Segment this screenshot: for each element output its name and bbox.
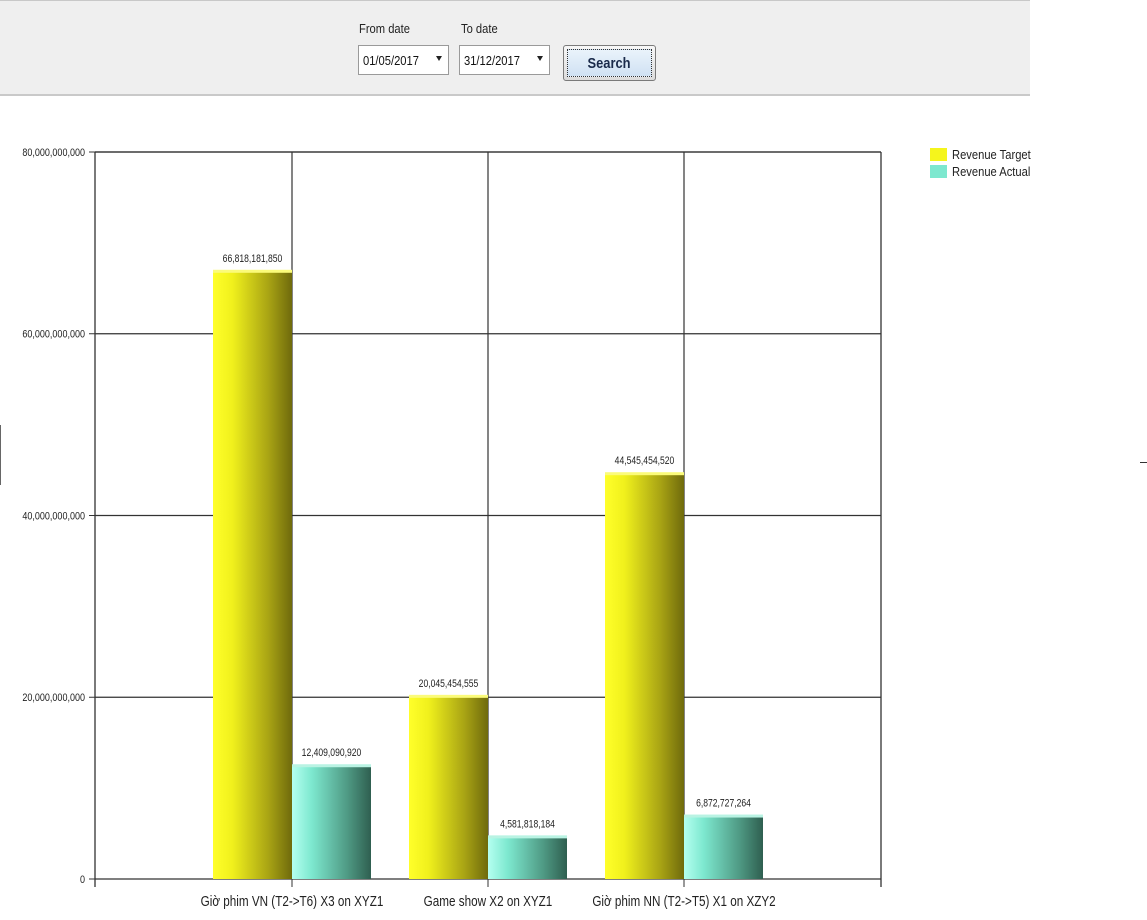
data-label: 4,581,818,184 — [500, 818, 555, 830]
filter-toolbar: From date 01/05/2017 To date 31/12/2017 … — [0, 0, 1030, 96]
bar-actual — [684, 816, 763, 879]
x-tick-label: Game show X2 on XYZ1 — [424, 893, 553, 910]
from-date-value: 01/05/2017 — [363, 52, 419, 68]
y-tick-label: 0 — [80, 874, 85, 886]
bar-cap — [684, 814, 763, 818]
bar-target — [409, 696, 488, 879]
revenue-bar-chart: 0 20,000,000,000 40,000,000,000 60,000,000,… — [22, 147, 882, 910]
legend-item-target: Revenue Target — [930, 146, 1044, 163]
to-date-select[interactable]: 31/12/2017 — [459, 45, 550, 75]
search-button-label: Search — [587, 54, 632, 72]
legend-swatch-actual — [930, 165, 947, 178]
y-tick-label: 40,000,000,000 — [22, 511, 85, 523]
data-label: 6,872,727,264 — [696, 798, 751, 810]
search-button-face: Search — [567, 49, 652, 77]
from-date-select[interactable]: 01/05/2017 — [358, 45, 449, 75]
to-date-label: To date — [461, 21, 498, 36]
bar-cap — [213, 269, 292, 273]
from-date-label: From date — [359, 21, 410, 36]
legend-swatch-target — [930, 148, 947, 161]
chevron-down-icon — [436, 56, 442, 61]
data-label: 12,409,090,920 — [302, 747, 362, 759]
legend-item-actual: Revenue Actual — [930, 163, 1044, 180]
bar-cap — [488, 835, 567, 839]
chevron-down-icon — [537, 56, 543, 61]
left-edge-mark — [0, 425, 1, 485]
x-tick-label: Giờ phim VN (T2->T6) X3 on XYZ1 — [201, 893, 384, 910]
y-tick-label: 60,000,000,000 — [22, 329, 85, 341]
data-label: 20,045,454,555 — [419, 678, 479, 690]
bar-actual — [488, 837, 567, 879]
chart-legend: Revenue Target Revenue Actual — [930, 146, 1044, 180]
to-date-value: 31/12/2017 — [464, 52, 520, 68]
bar-target — [605, 474, 684, 879]
bar-cap — [292, 764, 371, 768]
search-button[interactable]: Search — [563, 45, 656, 81]
right-edge-mark — [1140, 462, 1147, 463]
x-tick-label: Giờ phim NN (T2->T5) X1 on XZY2 — [592, 893, 775, 910]
y-tick-label: 80,000,000,000 — [22, 147, 85, 159]
data-label: 44,545,454,520 — [615, 455, 675, 467]
legend-label-target: Revenue Target — [952, 147, 1031, 162]
legend-label-actual: Revenue Actual — [952, 164, 1031, 179]
bar-cap — [605, 472, 684, 476]
bar-cap — [409, 694, 488, 698]
y-tick-label: 20,000,000,000 — [22, 693, 85, 705]
data-label: 66,818,181,850 — [223, 253, 283, 265]
bar-target — [213, 271, 292, 879]
bar-actual — [292, 766, 371, 879]
